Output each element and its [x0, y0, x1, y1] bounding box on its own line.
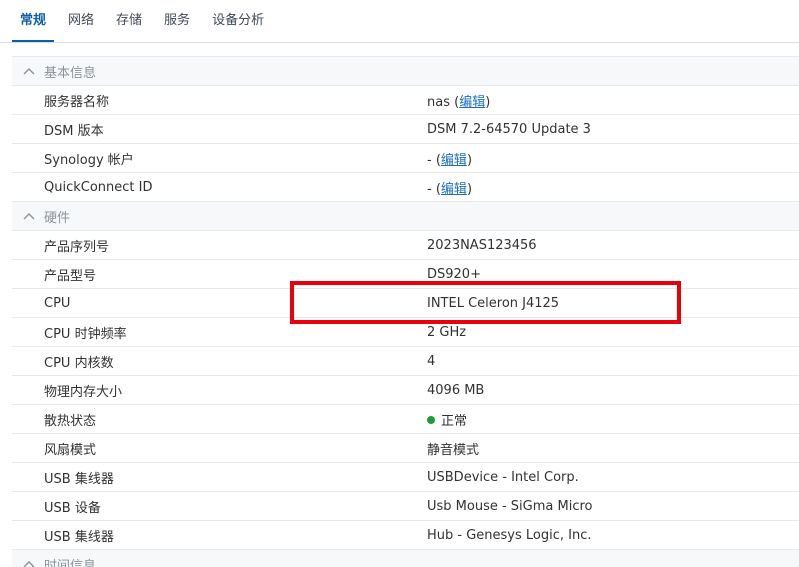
row-value: Hub - Genesys Logic, Inc.: [427, 527, 592, 543]
row-value: 4096 MB: [427, 382, 485, 398]
system-info-panel: 常规 网络 存储 服务 设备分析 基本信息 服务器名称 nas (编辑) DSM…: [0, 0, 799, 567]
table-row-dsm-version: DSM 版本 DSM 7.2-64570 Update 3: [12, 114, 799, 143]
row-label: QuickConnect ID: [44, 179, 153, 195]
row-label: Synology 帐户: [44, 152, 134, 168]
row-label: 物理内存大小: [44, 384, 123, 400]
table-row-server-name: 服务器名称 nas (编辑): [12, 85, 799, 114]
row-label: CPU: [44, 295, 71, 311]
server-name-value: nas: [427, 94, 450, 110]
edit-synology-account-link[interactable]: 编辑: [441, 153, 467, 168]
table-row-model: 产品型号 DS920+: [12, 259, 799, 288]
section-header-hardware[interactable]: 硬件: [12, 201, 799, 230]
row-value: 4: [427, 353, 436, 369]
section-title: 硬件: [44, 210, 71, 226]
row-label: 风扇模式: [44, 442, 97, 458]
table-row-memory: 物理内存大小 4096 MB: [12, 375, 799, 404]
tab-device-analytics[interactable]: 设备分析: [204, 12, 272, 42]
table-row-usb-hub-2: USB 集线器 Hub - Genesys Logic, Inc.: [12, 520, 799, 549]
row-value: nas (编辑): [427, 94, 491, 110]
row-value: - (编辑): [427, 181, 473, 197]
row-label: 服务器名称: [44, 94, 110, 110]
quickconnect-id-value: -: [427, 181, 432, 197]
chevron-up-icon: [22, 560, 36, 567]
table-row-cpu-cores: CPU 内核数 4: [12, 346, 799, 375]
row-label: USB 集线器: [44, 471, 114, 487]
table-row-cpu: CPU INTEL Celeron J4125: [12, 288, 799, 317]
tab-general[interactable]: 常规: [12, 12, 55, 42]
section-title: 基本信息: [44, 65, 97, 81]
tab-bar: 常规 网络 存储 服务 设备分析: [0, 0, 799, 43]
chevron-up-icon: [22, 67, 36, 75]
chevron-up-icon: [22, 212, 36, 220]
row-value: 静音模式: [427, 442, 480, 458]
row-value: 2023NAS123456: [427, 237, 537, 253]
row-value: 正常: [427, 410, 467, 429]
table-row-synology-account: Synology 帐户 - (编辑): [12, 143, 799, 172]
row-value: DS920+: [427, 266, 481, 282]
row-label: USB 设备: [44, 500, 101, 516]
table-row-usb-hub-1: USB 集线器 USBDevice - Intel Corp.: [12, 462, 799, 491]
edit-server-name-link[interactable]: 编辑: [459, 95, 485, 110]
section-title: 时间信息: [44, 558, 97, 567]
synology-account-value: -: [427, 152, 432, 168]
section-header-basic[interactable]: 基本信息: [12, 56, 799, 85]
row-value: USBDevice - Intel Corp.: [427, 469, 579, 485]
row-label: 散热状态: [44, 413, 97, 429]
row-label: CPU 时钟频率: [44, 326, 127, 342]
edit-quickconnect-id-link[interactable]: 编辑: [441, 182, 467, 197]
tab-storage[interactable]: 存储: [108, 12, 150, 42]
row-value: INTEL Celeron J4125: [427, 295, 560, 311]
table-row-serial: 产品序列号 2023NAS123456: [12, 230, 799, 259]
tab-network[interactable]: 网络: [60, 12, 102, 42]
row-label: USB 集线器: [44, 529, 114, 545]
row-value: Usb Mouse - SiGma Micro: [427, 498, 593, 514]
row-label: 产品序列号: [44, 239, 110, 255]
row-value: 2 GHz: [427, 324, 467, 340]
table-row-cpu-clock: CPU 时钟频率 2 GHz: [12, 317, 799, 346]
tab-services[interactable]: 服务: [156, 12, 198, 42]
info-table: 基本信息 服务器名称 nas (编辑) DSM 版本 DSM 7.2-64570…: [12, 56, 799, 567]
row-label: DSM 版本: [44, 123, 104, 139]
table-row-fan-mode: 风扇模式 静音模式: [12, 433, 799, 462]
section-header-time[interactable]: 时间信息: [12, 549, 799, 567]
row-value: - (编辑): [427, 152, 473, 168]
row-label: CPU 内核数: [44, 355, 114, 371]
table-row-thermal: 散热状态 正常: [12, 404, 799, 433]
status-badge: 正常: [441, 413, 468, 429]
row-value: DSM 7.2-64570 Update 3: [427, 121, 591, 137]
status-ok-icon: [427, 416, 435, 424]
table-row-quickconnect-id: QuickConnect ID - (编辑): [12, 172, 799, 201]
table-row-usb-device: USB 设备 Usb Mouse - SiGma Micro: [12, 491, 799, 520]
row-label: 产品型号: [44, 268, 97, 284]
